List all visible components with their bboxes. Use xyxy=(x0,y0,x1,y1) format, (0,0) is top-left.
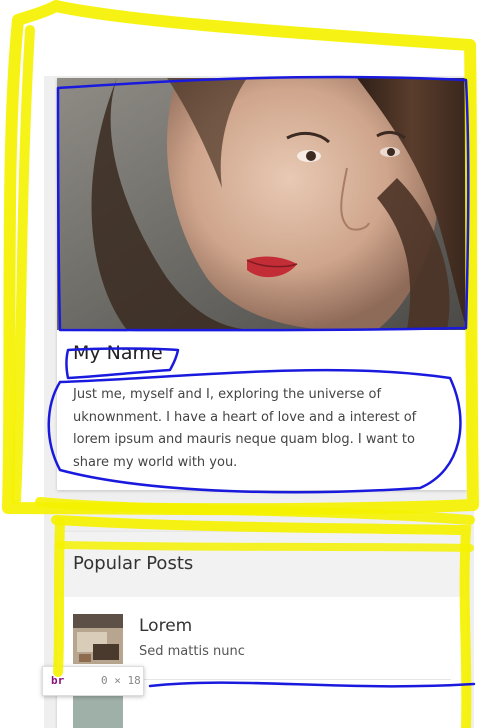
element-tag-label: br xyxy=(51,674,65,687)
about-me-widget: My Name Just me, myself and I, exploring… xyxy=(57,78,467,490)
profile-photo xyxy=(57,78,467,330)
page: My Name Just me, myself and I, exploring… xyxy=(0,0,490,728)
popular-posts-widget: Popular Posts Lorem Sed mattis nunc xyxy=(57,532,467,728)
yellow-highlight-stroke xyxy=(11,25,35,505)
popular-posts-title: Popular Posts xyxy=(73,553,194,574)
element-size-label: 0 × 18 xyxy=(101,674,141,687)
devtools-element-tooltip: br 0 × 18 xyxy=(42,666,144,696)
profile-name: My Name xyxy=(73,342,163,364)
post-excerpt: Sed mattis nunc xyxy=(139,644,245,659)
profile-bio: Just me, myself and I, exploring the uni… xyxy=(73,387,417,470)
post-title[interactable]: Lorem xyxy=(139,616,192,636)
popular-posts-header: Popular Posts xyxy=(57,532,467,597)
post-thumbnail[interactable] xyxy=(73,614,123,664)
